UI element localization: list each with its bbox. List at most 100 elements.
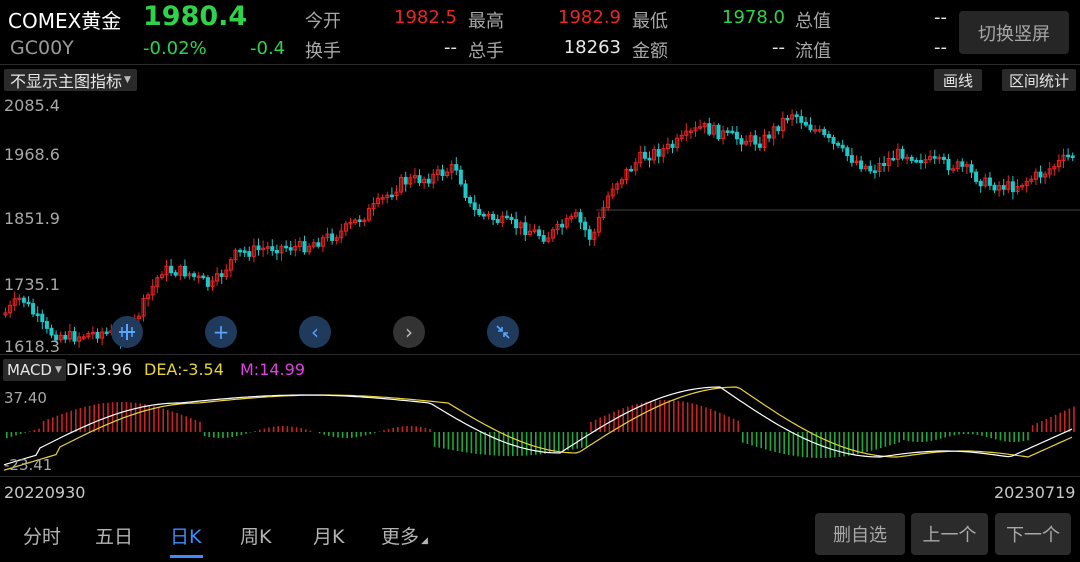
candle-body	[458, 169, 463, 185]
macd-histogram-bar	[429, 428, 431, 432]
macd-histogram-bar	[268, 427, 270, 432]
macd-histogram-bar	[788, 432, 790, 455]
scroll-right-button[interactable]: ›	[393, 316, 425, 348]
candle-body	[987, 177, 992, 186]
tab-more[interactable]: 更多 ◢	[381, 522, 428, 549]
candle-body	[242, 250, 247, 253]
macd-histogram-bar	[410, 426, 413, 432]
macd-y-top-label: 37.40	[4, 389, 47, 407]
shrink-arrows-icon	[496, 325, 510, 339]
macd-histogram-bar	[995, 432, 997, 440]
macd-histogram-bar	[341, 432, 344, 438]
candle-body	[40, 313, 45, 323]
candle-body	[256, 245, 261, 251]
macd-histogram-bar	[585, 432, 588, 447]
macd-histogram-bar	[778, 432, 781, 454]
stat-label-turnover: 换手	[305, 41, 341, 62]
candle-body	[767, 134, 772, 139]
macd-histogram-bar	[903, 432, 905, 440]
macd-histogram-bar	[705, 407, 707, 432]
candle-body	[739, 138, 744, 145]
macd-histogram-bar	[332, 432, 335, 437]
candle-body	[201, 275, 206, 279]
candle-body	[247, 251, 252, 257]
macd-histogram-bar	[406, 426, 408, 432]
candle-body	[316, 242, 321, 247]
macd-histogram-bar	[663, 400, 666, 432]
tab-five-day[interactable]: 五日	[95, 522, 133, 549]
candle-body	[776, 126, 781, 132]
macd-histogram-bar	[286, 426, 289, 432]
macd-histogram-bar	[88, 405, 91, 432]
macd-histogram-bar	[180, 414, 183, 432]
macd-histogram-bar	[640, 402, 643, 432]
collapse-button[interactable]	[487, 316, 519, 348]
next-button[interactable]: 下一个	[995, 513, 1071, 555]
tab-weekly-k[interactable]: 周K	[240, 522, 271, 549]
macd-histogram-bar	[898, 432, 900, 443]
range-stats-button[interactable]: 区间统计	[1002, 69, 1076, 91]
candle-body	[491, 214, 496, 220]
change-value: -0.4	[250, 38, 286, 59]
macd-histogram-bar	[134, 402, 137, 432]
macd-histogram-bar	[484, 432, 486, 455]
macd-histogram-bar	[433, 432, 436, 447]
remove-watchlist-button[interactable]: 删自选	[815, 513, 905, 555]
previous-button[interactable]: 上一个	[911, 513, 988, 555]
main-indicator-select[interactable]: 不显示主图指标 ▼	[4, 69, 137, 91]
macd-histogram-bar	[916, 432, 919, 442]
macd-histogram-bar	[121, 402, 123, 432]
macd-histogram-bar	[824, 432, 827, 458]
candle-body	[629, 168, 634, 172]
macd-dif-line	[3, 386, 1073, 466]
candle-body	[859, 160, 864, 170]
candlestick-chart[interactable]	[0, 92, 1080, 354]
candle-body	[173, 272, 178, 276]
candle-body	[785, 117, 790, 121]
tab-monthly-k[interactable]: 月K	[313, 522, 344, 549]
sub-indicator-select[interactable]: MACD ▼	[3, 359, 66, 381]
macd-histogram-bar	[677, 400, 680, 432]
candle-body	[302, 241, 307, 253]
macd-histogram-bar	[870, 432, 873, 451]
macd-histogram-bar	[921, 432, 923, 442]
macd-histogram-bar	[167, 409, 169, 432]
macd-chart[interactable]	[0, 386, 1080, 476]
macd-histogram-bar	[387, 428, 390, 432]
tab-daily-k[interactable]: 日K	[170, 522, 201, 549]
candle-body	[219, 273, 224, 277]
candle-body	[169, 265, 174, 274]
macd-histogram-bar	[953, 432, 956, 436]
candle-body	[918, 160, 923, 164]
macd-histogram-bar	[884, 432, 887, 447]
draw-line-button[interactable]: 画线	[934, 69, 982, 91]
macd-histogram-bar	[654, 400, 657, 432]
switch-portrait-button[interactable]: 切换竖屏	[959, 11, 1069, 54]
candle-body	[238, 249, 243, 253]
y-tick-label: 1851.9	[4, 209, 60, 228]
candle-body	[946, 159, 951, 171]
macd-histogram-bar	[502, 432, 505, 456]
stat-label-high: 最高	[468, 11, 504, 32]
zoom-in-button[interactable]: +	[205, 316, 237, 348]
macd-histogram-bar	[553, 432, 555, 453]
crosshair-button[interactable]	[111, 316, 143, 348]
macd-histogram-bar	[213, 432, 215, 438]
macd-histogram-bar	[999, 432, 1002, 441]
macd-histogram-bar	[1031, 425, 1034, 432]
macd-histogram-bar	[1059, 412, 1061, 432]
scroll-left-button[interactable]: ‹	[299, 316, 331, 348]
macd-y-bottom-label: -23.41	[4, 456, 53, 474]
macd-histogram-bar	[512, 432, 514, 456]
macd-histogram-bar	[691, 403, 693, 432]
macd-histogram-bar	[774, 432, 776, 452]
macd-histogram-bar	[364, 432, 367, 436]
macd-histogram-bar	[755, 432, 758, 447]
tab-intraday[interactable]: 分时	[23, 522, 61, 549]
macd-histogram-bar	[645, 401, 647, 432]
macd-histogram-bar	[765, 432, 767, 450]
macd-dif-value: DIF:3.96	[66, 360, 133, 379]
candle-body	[1066, 154, 1071, 158]
macd-histogram-bar	[861, 432, 864, 453]
candle-body	[730, 130, 735, 134]
